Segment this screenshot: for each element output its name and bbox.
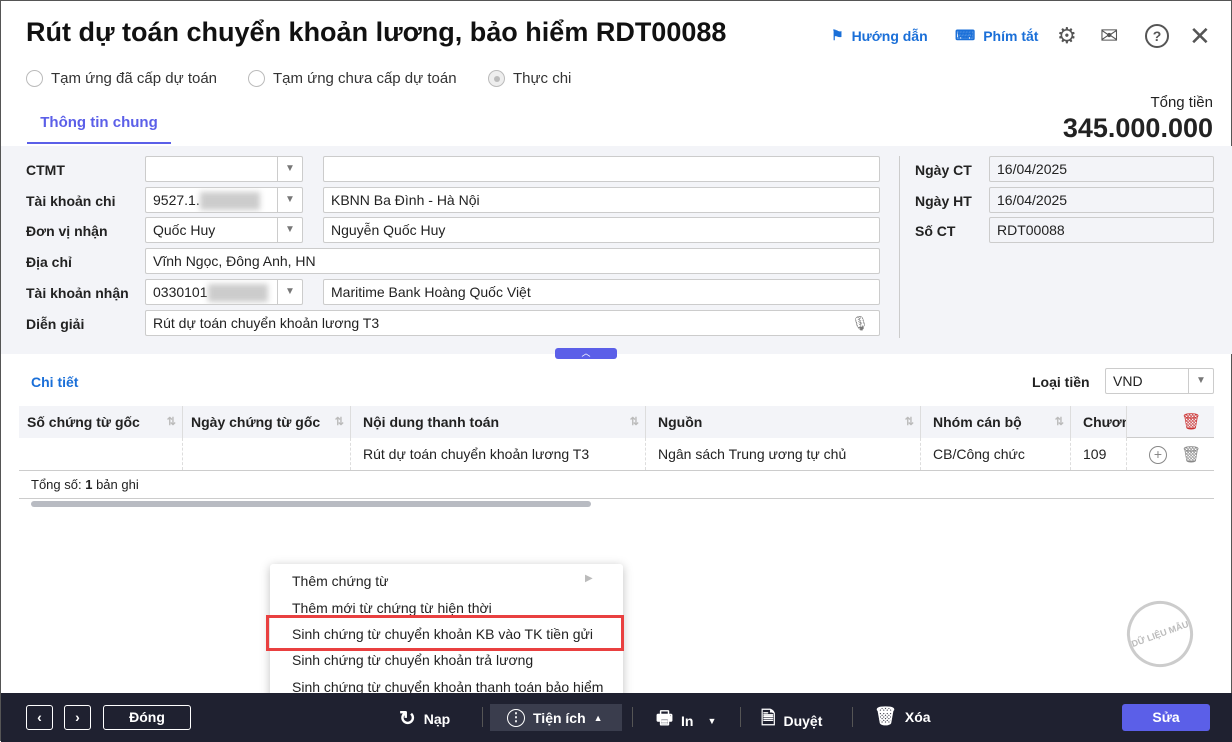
menu-item-sinh-ct-kb[interactable]: Sinh chứng từ chuyển khoản KB vào TK tiề…	[292, 626, 593, 642]
horizontal-scrollbar[interactable]	[31, 501, 591, 507]
watermark-stamp: DỮ LIỆU MẪU	[1117, 591, 1203, 677]
edit-button[interactable]: Sửa	[1122, 704, 1210, 731]
tk-nhan-name[interactable]: Maritime Bank Hoàng Quốc Việt	[323, 279, 880, 305]
more-vertical-icon: ⋮	[507, 708, 525, 727]
help-icon[interactable]: ?	[1145, 24, 1169, 48]
col-noi-dung[interactable]: Nội dung thanh toán ⇅	[351, 406, 646, 438]
cell: Rút dự toán chuyển khoản lương T3	[351, 438, 646, 470]
printer-icon: 🖶	[656, 708, 673, 728]
cell: Ngân sách Trung ương tự chủ	[646, 438, 921, 470]
tab-thong-tin-chung[interactable]: Thông tin chung	[27, 106, 171, 144]
divider	[19, 498, 1214, 499]
col-nhom-can-bo[interactable]: Nhóm cán bộ ⇅	[921, 406, 1071, 438]
chevron-down-icon: ▼	[277, 218, 302, 242]
delete-button[interactable]: 🗑 Xóa	[874, 706, 931, 727]
currency-select[interactable]: VND ▼	[1105, 368, 1214, 394]
approve-button[interactable]: 🗎 Duyệt	[761, 706, 822, 736]
dien-giai-input[interactable]: Rút dự toán chuyển khoản lương T3 🎙	[145, 310, 880, 336]
trash-icon: 🗑	[874, 706, 897, 726]
reload-button[interactable]: ↻ Nạp	[399, 706, 450, 731]
radio-label: Tạm ứng đã cấp dự toán	[51, 70, 218, 87]
col-nguon[interactable]: Nguồn ⇅	[646, 406, 921, 438]
microphone-icon[interactable]: 🎙	[851, 311, 869, 335]
chevron-down-icon: ▼	[1188, 369, 1213, 393]
radio-label: Thực chi	[513, 70, 572, 87]
gear-icon[interactable]: ⚙	[1057, 23, 1077, 49]
col-so-ct-goc[interactable]: Số chứng từ gốc ⇅	[19, 406, 183, 438]
so-ct-label: Số CT	[915, 223, 956, 239]
currency-label: Loại tiền	[1032, 374, 1090, 390]
total-value: 345.000.000	[1062, 113, 1213, 143]
don-vi-select[interactable]: Quốc Huy ▼	[145, 217, 303, 243]
chevron-down-icon: ▼	[277, 188, 302, 212]
radio-tam-ung-da-cap[interactable]: Tạm ứng đã cấp dự toán	[26, 70, 217, 87]
dien-giai-label: Diễn giải	[26, 316, 85, 332]
tk-chi-label: Tài khoản chi	[26, 193, 116, 209]
ctmt-label: CTMT	[26, 162, 65, 178]
ngay-ht-label: Ngày HT	[915, 193, 972, 209]
tk-chi-select[interactable]: 9527.1. ▼	[145, 187, 303, 213]
prev-button[interactable]: ‹	[26, 705, 53, 730]
general-form: CTMT ▼ Tài khoản chi 9527.1. ▼ KBNN Ba Đì…	[1, 146, 1232, 354]
trash-icon[interactable]: 🗑	[1181, 445, 1201, 465]
menu-item-sinh-ct-tra-luong[interactable]: Sinh chứng từ chuyển khoản trả lương	[292, 652, 533, 668]
refresh-icon: ↻	[399, 708, 416, 730]
print-button[interactable]: 🖶 In ▼	[656, 706, 716, 736]
utilities-menu: Thêm chứng từ ▶ Thêm mới từ chứng từ hiệ…	[266, 564, 624, 704]
cell	[183, 438, 351, 470]
page-title: Rút dự toán chuyển khoản lương, bảo hiểm…	[26, 17, 727, 47]
close-icon[interactable]: ✕	[1189, 21, 1211, 52]
so-ct-input[interactable]: RDT00088	[989, 217, 1214, 243]
col-chuong[interactable]: Chương	[1071, 406, 1127, 438]
col-ngay-ct-goc[interactable]: Ngày chứng từ gốc ⇅	[183, 406, 351, 438]
dia-chi-input[interactable]: Vĩnh Ngọc, Đông Anh, HN	[145, 248, 880, 274]
detail-title: Chi tiết	[31, 374, 79, 390]
tk-nhan-label: Tài khoản nhận	[26, 285, 129, 301]
caret-up-icon: ▲	[593, 712, 603, 723]
collapse-button[interactable]: ︿	[555, 348, 617, 359]
shortcuts-label: Phím tắt	[983, 27, 1039, 44]
menu-item-them-moi[interactable]: Thêm mới từ chứng từ hiện thời	[292, 600, 492, 616]
cell	[19, 438, 183, 470]
chevron-down-icon: ▼	[277, 280, 302, 304]
don-vi-name[interactable]: Nguyễn Quốc Huy	[323, 217, 880, 243]
divider	[899, 156, 900, 338]
mail-icon[interactable]: ✉	[1100, 23, 1118, 49]
guide-link[interactable]: ⚑ Hướng dẫn	[831, 27, 928, 44]
next-button[interactable]: ›	[64, 705, 91, 730]
don-vi-label: Đơn vị nhận	[26, 223, 108, 239]
chevron-right-icon: ▶	[585, 573, 593, 584]
signpost-icon: ⚑	[831, 27, 844, 43]
chevron-down-icon: ▼	[277, 157, 302, 181]
radio-thuc-chi[interactable]: Thực chi	[488, 70, 571, 87]
tk-nhan-select[interactable]: 0330101 ▼	[145, 279, 303, 305]
document-icon: 🗎	[761, 708, 776, 728]
dia-chi-label: Địa chỉ	[26, 254, 72, 270]
menu-item-them-chung-tu[interactable]: Thêm chứng từ	[292, 573, 389, 589]
ngay-ct-label: Ngày CT	[915, 162, 972, 178]
add-row-icon[interactable]: +	[1149, 446, 1167, 464]
total-label: Tổng tiền	[1150, 94, 1213, 111]
delete-all-icon[interactable]: 🗑	[1181, 412, 1201, 432]
ctmt-select[interactable]: ▼	[145, 156, 303, 182]
ngay-ct-input[interactable]: 16/04/2025	[989, 156, 1214, 182]
utilities-button[interactable]: ⋮ Tiện ích ▲	[490, 704, 622, 731]
ngay-ht-input[interactable]: 16/04/2025	[989, 187, 1214, 213]
guide-label: Hướng dẫn	[851, 27, 928, 44]
caret-down-icon: ▼	[707, 716, 717, 726]
radio-label: Tạm ứng chưa cấp dự toán	[273, 70, 457, 87]
ctmt-name[interactable]	[323, 156, 880, 182]
keyboard-icon: ⌨	[955, 27, 976, 43]
radio-tam-ung-chua-cap[interactable]: Tạm ứng chưa cấp dự toán	[248, 70, 457, 87]
shortcuts-link[interactable]: ⌨ Phím tắt	[955, 27, 1038, 44]
cell: CB/Công chức	[921, 438, 1071, 470]
cell: 109	[1071, 438, 1127, 470]
tk-chi-name[interactable]: KBNN Ba Đình - Hà Nội	[323, 187, 880, 213]
record-count: Tổng số: 1 bản ghi	[31, 477, 139, 492]
close-button[interactable]: Đóng	[103, 705, 191, 730]
